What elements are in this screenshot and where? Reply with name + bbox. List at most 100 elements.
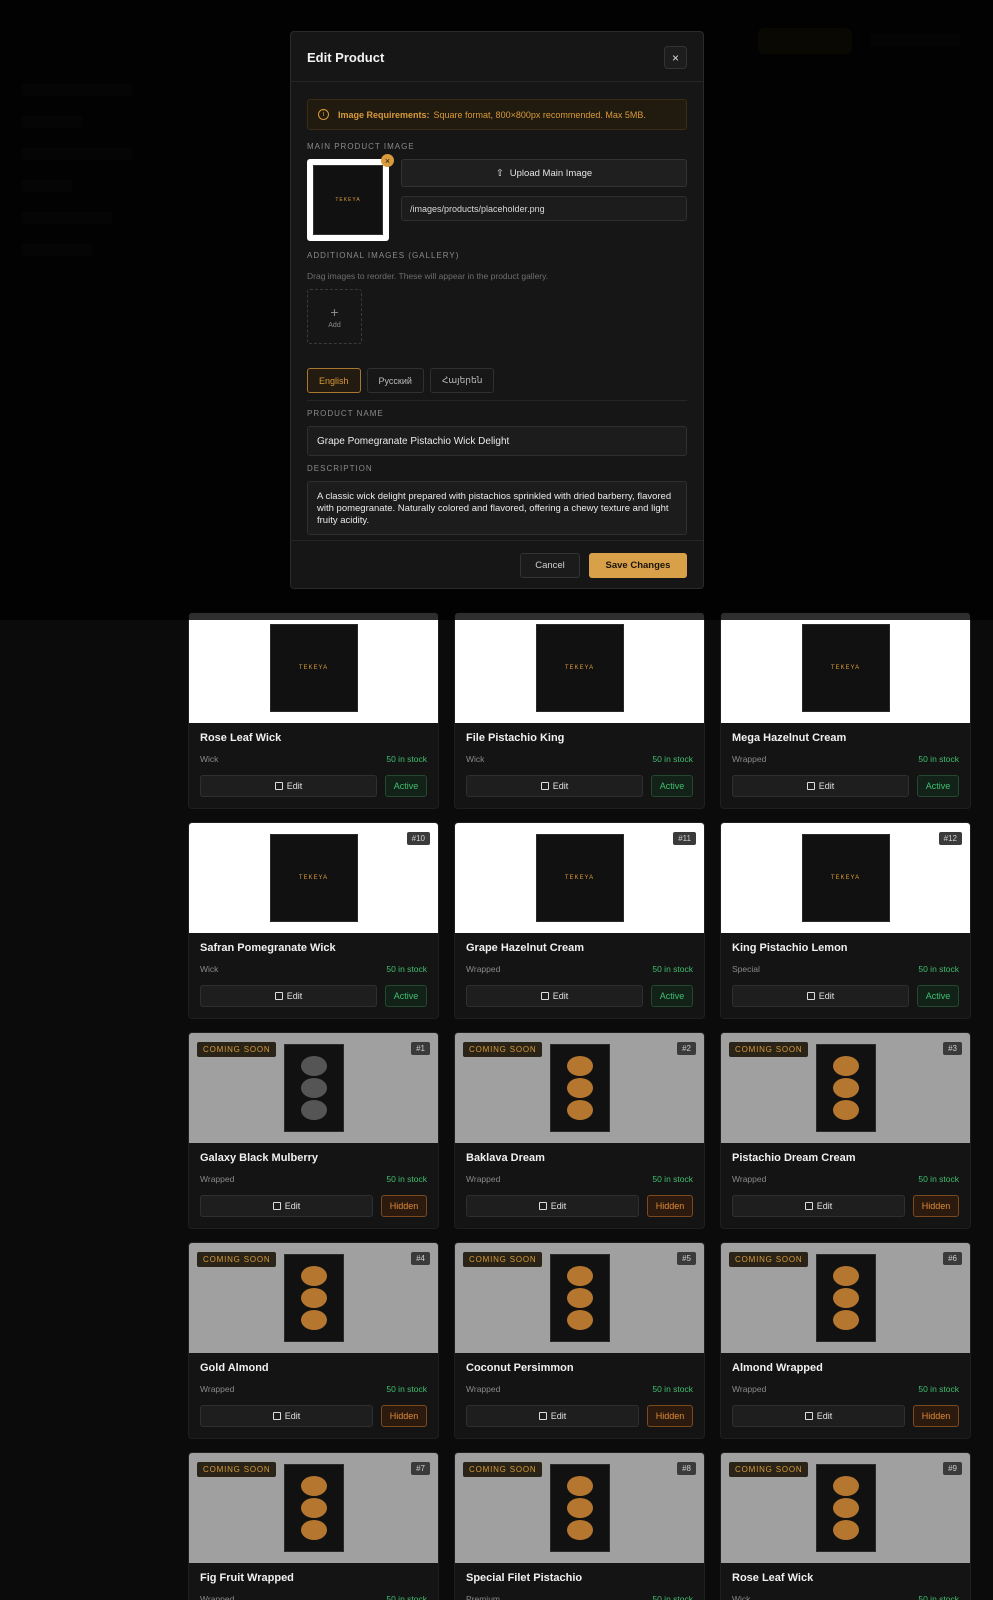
- product-card: TEKEYA #11 Grape Hazelnut Cream Wrapped 50 i…: [454, 822, 705, 1019]
- edit-button[interactable]: Edit: [466, 775, 643, 797]
- edit-button[interactable]: Edit: [466, 1195, 639, 1217]
- product-photo: [566, 1476, 593, 1496]
- status-toggle[interactable]: Hidden: [647, 1405, 693, 1427]
- coming-soon-badge: COMING SOON: [729, 1042, 809, 1057]
- plus-icon: +: [330, 303, 339, 320]
- product-image: COMING SOON #6: [721, 1243, 970, 1353]
- upload-icon: ⇧: [495, 167, 504, 179]
- image-requirements-notice: i Image Requirements: Square format, 800…: [307, 99, 687, 130]
- product-image: COMING SOON #8: [455, 1453, 704, 1563]
- close-button[interactable]: ×: [664, 46, 687, 69]
- product-category: Wrapped: [732, 754, 767, 764]
- product-photo: [566, 1266, 593, 1286]
- cancel-button[interactable]: Cancel: [520, 553, 580, 578]
- product-name-input[interactable]: Grape Pomegranate Pistachio Wick Delight: [307, 426, 687, 456]
- status-toggle[interactable]: Hidden: [647, 1195, 693, 1217]
- product-photo: [566, 1520, 593, 1540]
- product-image: TEKEYA: [721, 613, 970, 723]
- edit-button[interactable]: Edit: [732, 1405, 905, 1427]
- status-toggle[interactable]: Hidden: [381, 1405, 427, 1427]
- notice-text: Square format, 800×800px recommended. Ma…: [433, 109, 646, 120]
- product-image: COMING SOON #7: [189, 1453, 438, 1563]
- status-toggle[interactable]: Active: [385, 775, 427, 797]
- edit-button[interactable]: Edit: [200, 1195, 373, 1217]
- status-toggle[interactable]: Active: [385, 985, 427, 1007]
- edit-label: Edit: [552, 991, 569, 1001]
- edit-button[interactable]: Edit: [466, 1405, 639, 1427]
- product-title: Gold Almond: [200, 1362, 269, 1374]
- product-image: TEKEYA: [455, 613, 704, 723]
- product-title: Pistachio Dream Cream: [732, 1152, 856, 1164]
- main-image-preview: TEKEYA: [307, 159, 389, 241]
- remove-image-button[interactable]: ×: [381, 154, 394, 167]
- product-category: Wick: [200, 964, 219, 974]
- tab-armenian[interactable]: Հայերեն: [429, 368, 495, 393]
- product-card: COMING SOON #8 Special Filet Pistachio Prem…: [454, 1452, 705, 1600]
- coming-soon-badge: COMING SOON: [463, 1252, 543, 1267]
- product-thumbnail: TEKEYA: [801, 834, 890, 922]
- image-path-input[interactable]: /images/products/placeholder.png: [401, 196, 687, 221]
- product-photo: [832, 1078, 859, 1098]
- coming-soon-badge: COMING SOON: [729, 1252, 809, 1267]
- coming-soon-badge: COMING SOON: [197, 1042, 277, 1057]
- gallery-hint: Drag images to reorder. These will appea…: [307, 271, 549, 281]
- product-number-badge: #7: [411, 1462, 430, 1475]
- edit-icon: [274, 992, 283, 1000]
- edit-button[interactable]: Edit: [200, 775, 377, 797]
- product-thumbnail: [815, 1254, 876, 1342]
- product-image: TEKEYA #12: [721, 823, 970, 933]
- edit-button[interactable]: Edit: [466, 985, 643, 1007]
- edit-button[interactable]: Edit: [732, 775, 909, 797]
- edit-button[interactable]: Edit: [200, 1405, 373, 1427]
- product-photo: [300, 1288, 327, 1308]
- product-photo: [832, 1498, 859, 1518]
- product-photo: [832, 1520, 859, 1540]
- brand-logo: TEKEYA: [564, 875, 595, 881]
- product-title: King Pistachio Lemon: [732, 942, 848, 954]
- add-label: Add: [328, 321, 341, 329]
- status-toggle[interactable]: Active: [917, 775, 959, 797]
- product-thumbnail: TEKEYA: [269, 834, 358, 922]
- gallery-label: ADDITIONAL IMAGES (GALLERY): [307, 251, 460, 260]
- status-toggle[interactable]: Hidden: [913, 1405, 959, 1427]
- edit-icon: [272, 1412, 281, 1420]
- main-image-label: MAIN PRODUCT IMAGE: [307, 142, 415, 151]
- product-title: Rose Leaf Wick: [200, 732, 282, 744]
- product-title: Coconut Persimmon: [466, 1362, 574, 1374]
- product-card: COMING SOON #9 Rose Leaf Wick Wick 50 in sto…: [720, 1452, 971, 1600]
- product-title: Special Filet Pistachio: [466, 1572, 583, 1584]
- tab-english[interactable]: English: [307, 368, 361, 393]
- product-photo: [832, 1288, 859, 1308]
- status-toggle[interactable]: Active: [917, 985, 959, 1007]
- save-changes-button[interactable]: Save Changes: [589, 553, 687, 578]
- main-image-thumb: TEKEYA: [313, 165, 383, 235]
- product-category: Wick: [732, 1594, 751, 1600]
- product-photo: [566, 1100, 593, 1120]
- status-toggle[interactable]: Active: [651, 775, 693, 797]
- product-photo: [832, 1100, 859, 1120]
- add-gallery-image-button[interactable]: + Add: [307, 289, 362, 344]
- upload-main-image-button[interactable]: ⇧ Upload Main Image: [401, 159, 687, 187]
- product-number-badge: #3: [943, 1042, 962, 1055]
- edit-button[interactable]: Edit: [732, 1195, 905, 1217]
- product-thumbnail: [815, 1464, 876, 1552]
- product-thumbnail: [283, 1464, 344, 1552]
- product-photo: [566, 1310, 593, 1330]
- status-toggle[interactable]: Active: [651, 985, 693, 1007]
- description-textarea[interactable]: A classic wick delight prepared with pis…: [307, 481, 687, 535]
- status-toggle[interactable]: Hidden: [381, 1195, 427, 1217]
- product-photo: [300, 1498, 327, 1518]
- stock-count: 50 in stock: [918, 1174, 959, 1184]
- product-thumbnail: TEKEYA: [269, 624, 358, 712]
- status-toggle[interactable]: Hidden: [913, 1195, 959, 1217]
- tab-russian[interactable]: Русский: [366, 368, 424, 393]
- product-image: COMING SOON #9: [721, 1453, 970, 1563]
- product-thumbnail: TEKEYA: [535, 834, 624, 922]
- product-number-badge: #5: [677, 1252, 696, 1265]
- product-photo: [832, 1056, 859, 1076]
- product-category: Special: [732, 964, 760, 974]
- product-category: Wrapped: [466, 1384, 501, 1394]
- product-title: Galaxy Black Mulberry: [200, 1152, 319, 1164]
- edit-button[interactable]: Edit: [200, 985, 377, 1007]
- edit-button[interactable]: Edit: [732, 985, 909, 1007]
